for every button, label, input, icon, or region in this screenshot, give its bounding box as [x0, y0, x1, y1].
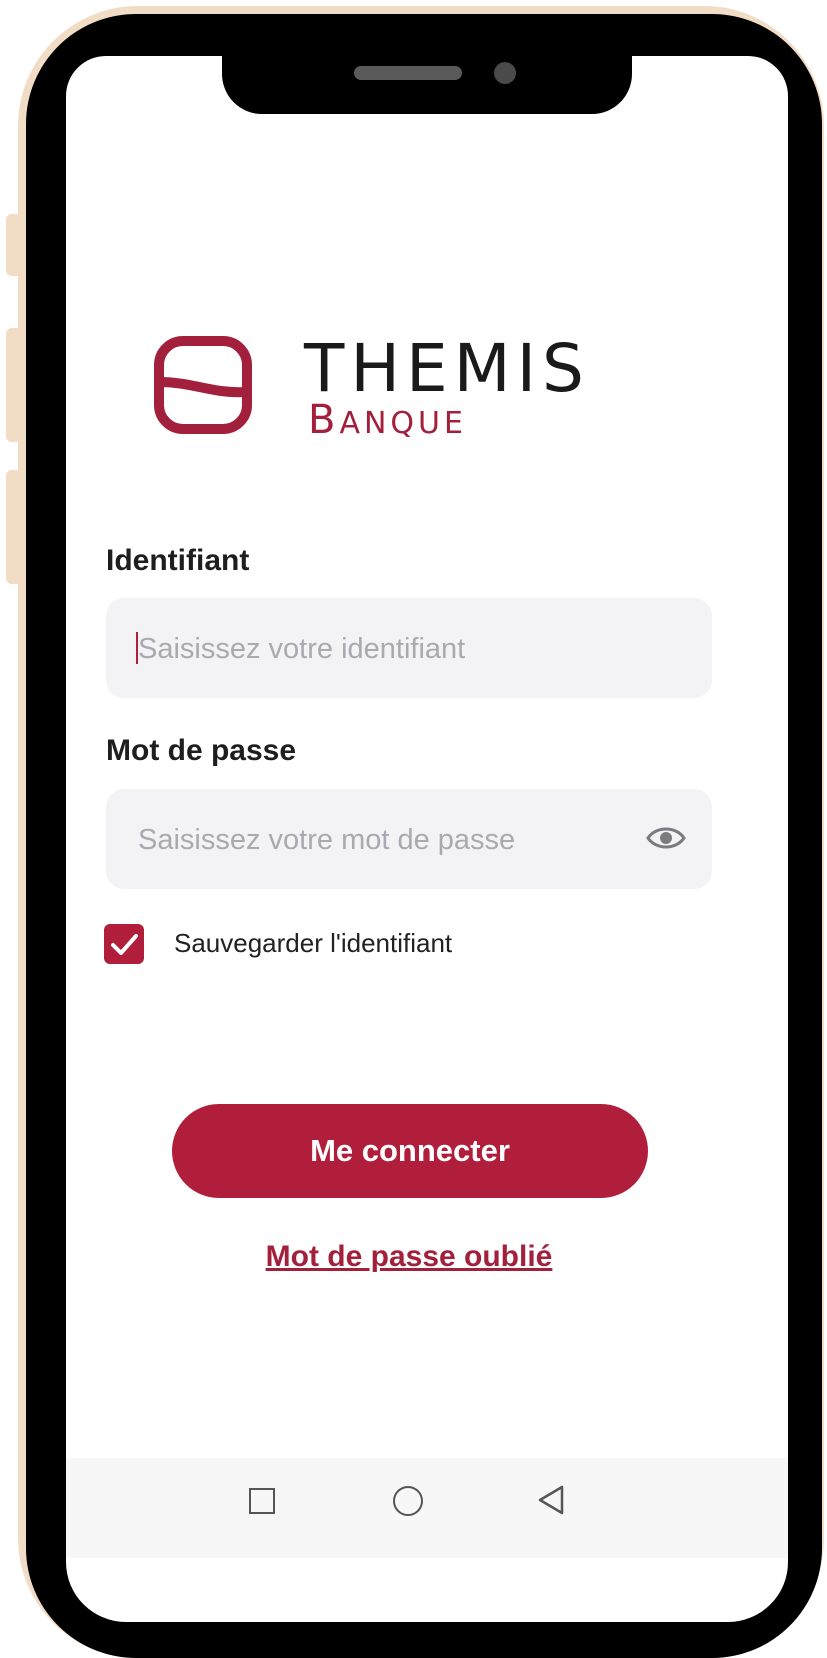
- password-label: Mot de passe: [106, 734, 297, 767]
- text-caret: [136, 632, 138, 664]
- status-right: 36 16:23: [659, 66, 748, 90]
- login-button[interactable]: Me connecter: [172, 1104, 648, 1198]
- logo-name: THEMIS: [304, 330, 590, 407]
- notch: [222, 56, 632, 114]
- logo-subtitle-initial: B: [308, 397, 340, 443]
- phone-side-button: [6, 214, 18, 276]
- password-input[interactable]: [136, 789, 640, 891]
- phone-volume-up: [6, 328, 18, 442]
- triangle-back-icon[interactable]: [536, 1484, 566, 1516]
- circle-icon[interactable]: [393, 1486, 423, 1516]
- logo-subtitle: BANQUE: [308, 398, 467, 446]
- identifiant-field[interactable]: [106, 598, 712, 700]
- remember-checkbox[interactable]: [104, 924, 144, 964]
- front-camera: [494, 62, 516, 84]
- phone-screen: ·ıl ≈ ⤓ ■ 36 16:23 THEMIS BANQUE Identif…: [66, 56, 788, 1622]
- remember-label[interactable]: Sauvegarder l'identifiant: [174, 928, 452, 959]
- battery-icon: 36: [659, 67, 688, 89]
- speaker-grille: [354, 66, 462, 80]
- eye-icon[interactable]: [646, 823, 686, 853]
- forgot-password-link[interactable]: Mot de passe oublié: [66, 1240, 752, 1274]
- status-time: 16:23: [695, 66, 748, 89]
- logo-mark-icon: [154, 336, 252, 434]
- identifiant-input[interactable]: [136, 598, 640, 700]
- password-field[interactable]: [106, 789, 712, 891]
- square-icon[interactable]: [249, 1488, 275, 1514]
- logo-subtitle-rest: ANQUE: [339, 406, 467, 441]
- identifiant-label: Identifiant: [106, 544, 250, 577]
- status-icons: ·ıl ≈ ⤓ ■: [118, 66, 202, 88]
- phone-volume-down: [6, 470, 18, 584]
- themis-banque-logo: THEMIS BANQUE: [154, 336, 594, 446]
- check-icon: [111, 934, 138, 955]
- android-nav-bar: [66, 1458, 788, 1558]
